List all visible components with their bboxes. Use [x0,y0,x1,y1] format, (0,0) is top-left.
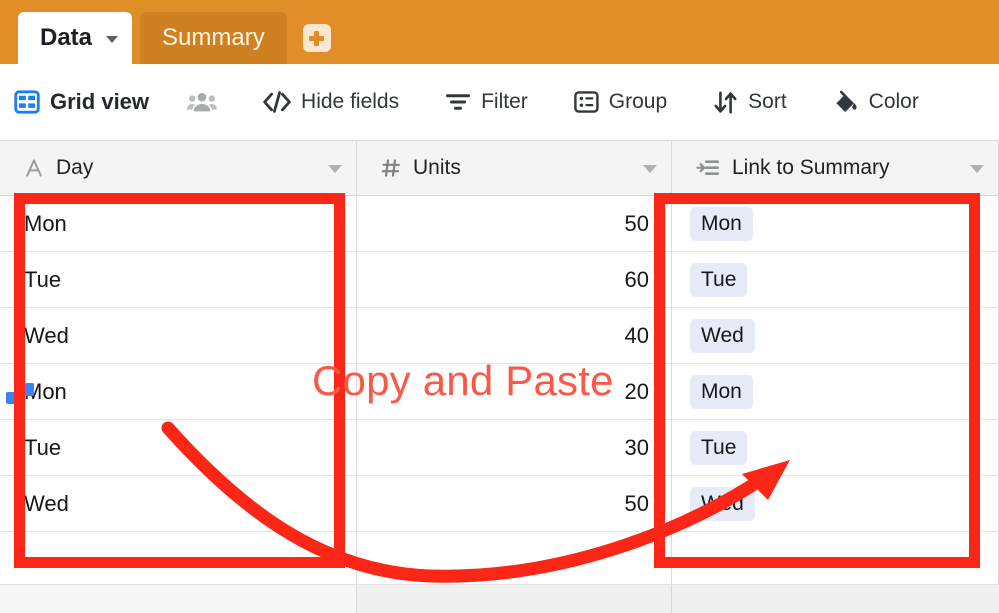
row-handle-right-icon [25,383,34,396]
footer-cell-units [357,585,672,613]
hide-fields-label: Hide fields [301,90,400,113]
cell-link[interactable]: Mon [672,196,999,251]
column-header-day-label: Day [56,156,94,179]
cell-link[interactable]: Mon [672,364,999,419]
group-button[interactable]: Group [573,90,668,114]
color-label: Color [868,90,919,113]
view-name-label: Grid view [50,89,150,114]
column-header-units[interactable]: Units [357,141,672,195]
table-row[interactable]: Mon 20 Mon [0,364,999,420]
grid-footer [0,584,999,613]
link-record-icon [696,159,720,177]
tab-summary[interactable]: Summary [140,12,287,64]
cell-day[interactable]: Mon [0,196,357,251]
column-header-day[interactable]: Day [0,141,357,195]
chevron-down-icon[interactable] [970,165,984,173]
airtable-grid-screen: Data Summary Grid view Hide fields Filte… [0,0,999,613]
tab-data[interactable]: Data [18,12,133,64]
footer-cell-link [672,585,999,613]
cell-units[interactable]: 60 [357,252,672,307]
linked-record-chip[interactable]: Wed [690,318,755,353]
cell-link[interactable]: Tue [672,420,999,475]
table-row[interactable]: Wed 40 Wed [0,308,999,364]
cell-units[interactable]: 30 [357,420,672,475]
row-drag-handle[interactable] [6,383,34,405]
cell-day[interactable] [0,532,357,587]
table-tab-bar: Data Summary [0,0,999,64]
plus-icon [309,30,325,46]
number-type-icon [381,158,401,178]
cell-link[interactable]: Wed [672,476,999,531]
people-icon [187,91,218,113]
group-list-icon [573,90,599,114]
filter-label: Filter [481,90,528,113]
sort-label: Sort [748,90,787,113]
chevron-down-icon[interactable] [643,165,657,173]
cell-units[interactable]: 20 [357,364,672,419]
grid-header-row: Day Units Link to Summary [0,140,999,196]
text-type-icon [24,158,44,178]
sort-arrows-icon [713,91,738,114]
footer-cell-day [0,585,357,613]
funnel-icon [445,92,471,112]
cell-units[interactable] [357,532,672,587]
chevron-down-icon[interactable] [106,36,119,43]
grid-view-icon [14,89,40,115]
cell-link[interactable] [672,532,999,587]
column-header-link-label: Link to Summary [732,156,890,179]
linked-record-chip[interactable]: Mon [690,206,753,241]
table-row-empty[interactable] [0,532,999,588]
cell-day[interactable]: Tue [0,252,357,307]
linked-record-chip[interactable]: Wed [690,486,755,521]
cell-units[interactable]: 50 [357,476,672,531]
cell-units[interactable]: 40 [357,308,672,363]
code-slash-icon [263,91,291,113]
linked-record-chip[interactable]: Tue [690,430,748,465]
column-header-units-label: Units [413,156,461,179]
table-row[interactable]: Wed 50 Wed [0,476,999,532]
grid-body: Mon 50 Mon Tue 60 Tue Wed 40 Wed Mon 20 … [0,196,999,588]
add-table-button[interactable] [302,24,331,52]
grid-view-switcher[interactable]: Grid view [14,89,149,115]
color-button[interactable]: Color [833,90,919,114]
cell-link[interactable]: Wed [672,308,999,363]
linked-record-chip[interactable]: Mon [690,374,753,409]
cell-day[interactable]: Wed [0,308,357,363]
cell-link[interactable]: Tue [672,252,999,307]
row-handle-left-icon [6,392,19,404]
chevron-down-icon[interactable] [328,165,342,173]
table-row[interactable]: Tue 30 Tue [0,420,999,476]
tab-data-label: Data [40,24,93,51]
paint-bucket-icon [833,90,859,114]
cell-day[interactable]: Tue [0,420,357,475]
tab-summary-label: Summary [162,24,265,51]
group-label: Group [608,90,668,113]
filter-button[interactable]: Filter [445,90,528,114]
column-header-link-to-summary[interactable]: Link to Summary [672,141,999,195]
cell-units[interactable]: 50 [357,196,672,251]
cell-day[interactable]: Mon [0,364,357,419]
table-row[interactable]: Mon 50 Mon [0,196,999,252]
view-toolbar: Grid view Hide fields Filter Group Sort … [0,64,999,140]
hide-fields-button[interactable]: Hide fields [263,90,399,114]
cell-day[interactable]: Wed [0,476,357,531]
table-row[interactable]: Tue 60 Tue [0,252,999,308]
sort-button[interactable]: Sort [713,90,787,114]
collaborators-button[interactable] [187,91,218,113]
linked-record-chip[interactable]: Tue [690,262,748,297]
